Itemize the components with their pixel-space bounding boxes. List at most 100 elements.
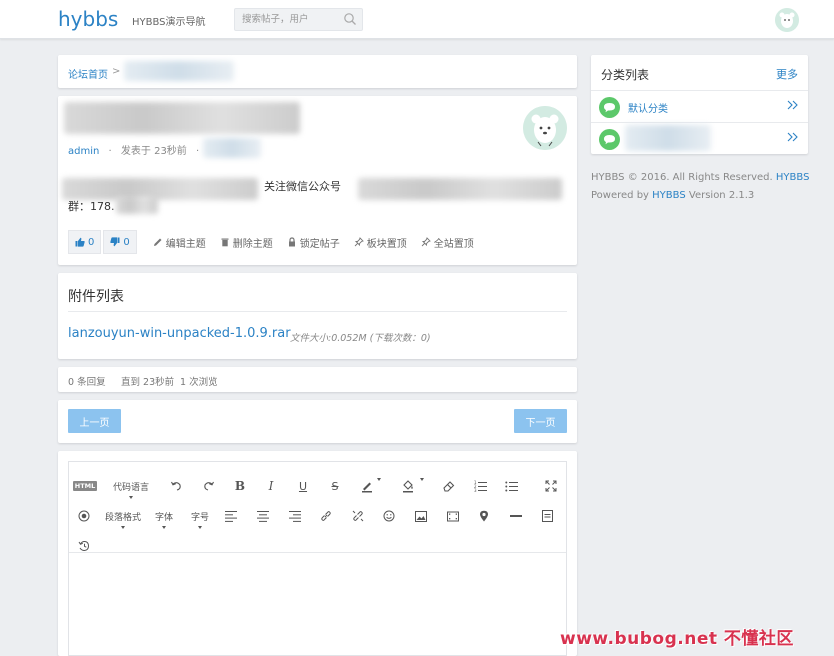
post-meta-redacted (203, 138, 261, 158)
map-marker-icon[interactable] (477, 509, 491, 523)
background-color-icon[interactable] (400, 478, 424, 494)
history-icon[interactable] (77, 539, 91, 553)
chat-bubble-icon (599, 97, 620, 118)
pin-global-button[interactable]: 全站置顶 (421, 235, 474, 250)
thumbs-down-icon (110, 237, 120, 247)
version-text: Version 2.1.3 (688, 190, 755, 201)
font-family-label: 字体 (154, 512, 173, 523)
target-icon[interactable] (77, 509, 91, 523)
italic-icon[interactable]: I (264, 479, 278, 493)
align-left-icon[interactable] (224, 509, 238, 523)
powered-by-text: Powered by (591, 190, 649, 201)
template-icon[interactable] (540, 509, 554, 523)
author-avatar[interactable] (523, 106, 567, 150)
svg-text:3: 3 (474, 488, 477, 492)
footer-powered: Powered by HYBBS Version 2.1.3 (591, 190, 754, 201)
lock-topic-button[interactable]: 锁定帖子 (287, 235, 340, 250)
category-item[interactable]: 默认分类 (591, 90, 808, 122)
attachment-title: 附件列表 (68, 289, 124, 305)
breadcrumb-home[interactable]: 论坛首页 (68, 70, 108, 81)
thread-stats: 0 条回复 直到 23秒前 1 次浏览 (58, 367, 577, 392)
font-size-label: 字号 (190, 512, 209, 523)
like-button[interactable]: 0 (68, 230, 102, 254)
category-panel: 分类列表 更多 默认分类 (591, 55, 808, 154)
pin-icon (421, 237, 431, 247)
meta-dot: · (108, 146, 112, 157)
search-icon[interactable] (343, 12, 357, 26)
horizontal-rule-icon[interactable] (509, 509, 523, 523)
breadcrumb: 论坛首页 > (58, 55, 577, 88)
dropdown-caret (198, 526, 202, 529)
edit-topic-label: 编辑主题 (165, 238, 206, 250)
double-chevron-right-icon (787, 100, 799, 113)
html-source-button[interactable]: HTML (72, 480, 98, 492)
paragraph-format-label: 段落格式 (104, 512, 141, 523)
category-more-link[interactable]: 更多 (776, 66, 798, 82)
image-icon[interactable] (414, 509, 428, 523)
dropdown-caret (162, 526, 166, 529)
lock-topic-label: 锁定帖子 (299, 238, 340, 250)
pager: 上一页 下一页 (58, 400, 577, 443)
paragraph-format-dropdown[interactable]: 段落格式 (103, 509, 143, 529)
bold-icon[interactable]: B (233, 479, 247, 493)
post-time: 发表于 23秒前 (120, 146, 187, 157)
font-size-dropdown[interactable]: 字号 (189, 509, 211, 529)
double-chevron-right-icon (787, 132, 799, 145)
thumbs-up-icon (75, 237, 85, 247)
category-item-label: 默认分类 (628, 104, 668, 115)
attachment-info: 文件大小:0.052M (下载次数：0) (290, 333, 431, 344)
hybbs-link[interactable]: HYBBS (776, 172, 810, 183)
dislike-count: 0 (123, 236, 130, 248)
pin-icon (354, 237, 364, 247)
like-count: 0 (88, 236, 95, 248)
footer-copyright: HYBBS © 2016. All Rights Reserved. HYBBS (591, 172, 809, 183)
search-input[interactable] (235, 9, 339, 30)
delete-topic-button[interactable]: 删除主题 (220, 235, 273, 250)
undo-icon[interactable] (169, 479, 183, 493)
dislike-button[interactable]: 0 (103, 230, 137, 254)
unordered-list-icon[interactable] (504, 479, 518, 493)
attachment-link[interactable]: lanzouyun-win-unpacked-1.0.9.rar (68, 326, 291, 341)
redo-icon[interactable] (202, 479, 216, 493)
delete-topic-label: 删除主题 (232, 238, 273, 250)
watermark: www.bubog.net 不懂社区 (560, 629, 794, 649)
editor-content-area[interactable] (69, 553, 566, 655)
fullscreen-icon[interactable] (544, 479, 558, 493)
hybbs-link[interactable]: HYBBS (652, 190, 686, 201)
view-count: 1 次浏览 (180, 377, 218, 388)
reply-count: 0 条回复 (68, 377, 106, 388)
user-avatar[interactable] (775, 8, 799, 32)
pin-board-button[interactable]: 板块置顶 (354, 235, 407, 250)
category-item[interactable] (591, 122, 808, 154)
edit-topic-button[interactable]: 编辑主题 (153, 235, 206, 250)
eraser-icon[interactable] (441, 479, 455, 493)
attachment-panel: 附件列表 lanzouyun-win-unpacked-1.0.9.rar 文件… (58, 273, 577, 359)
align-center-icon[interactable] (256, 509, 270, 523)
meta-dot: · (196, 146, 200, 157)
strikethrough-icon[interactable]: S (328, 479, 342, 493)
reply-editor: HTML 代码语言 B I U S 123 段落格式 字体 字号 (58, 451, 577, 656)
search-box (234, 8, 363, 31)
trash-icon (221, 238, 229, 247)
unlink-icon[interactable] (351, 509, 365, 523)
site-logo[interactable]: hybbs (58, 7, 118, 31)
post-author[interactable]: admin (68, 146, 99, 157)
editor-frame: HTML 代码语言 B I U S 123 段落格式 字体 字号 (68, 461, 567, 656)
ordered-list-icon[interactable]: 123 (473, 479, 487, 493)
post-body-redacted (116, 196, 158, 214)
underline-icon[interactable]: U (296, 479, 310, 493)
post-card: admin · 发表于 23秒前 · 关注微信公众号 群：178. 0 0 编辑… (58, 96, 577, 265)
link-icon[interactable] (319, 509, 333, 523)
font-family-dropdown[interactable]: 字体 (153, 509, 175, 529)
emoji-icon[interactable] (382, 509, 396, 523)
text-color-icon[interactable] (359, 478, 381, 494)
align-right-icon[interactable] (288, 509, 302, 523)
video-icon[interactable] (446, 509, 460, 523)
prev-page-button[interactable]: 上一页 (68, 409, 121, 433)
html-source-label: HTML (72, 481, 98, 491)
next-page-button[interactable]: 下一页 (514, 409, 567, 433)
category-label-redacted (625, 125, 711, 151)
code-language-dropdown[interactable]: 代码语言 (111, 479, 151, 499)
nav-link-demo[interactable]: HYBBS演示导航 (132, 13, 206, 28)
post-actions: 0 0 编辑主题 删除主题 锁定帖子 板块置顶 全站置顶 (68, 229, 474, 255)
